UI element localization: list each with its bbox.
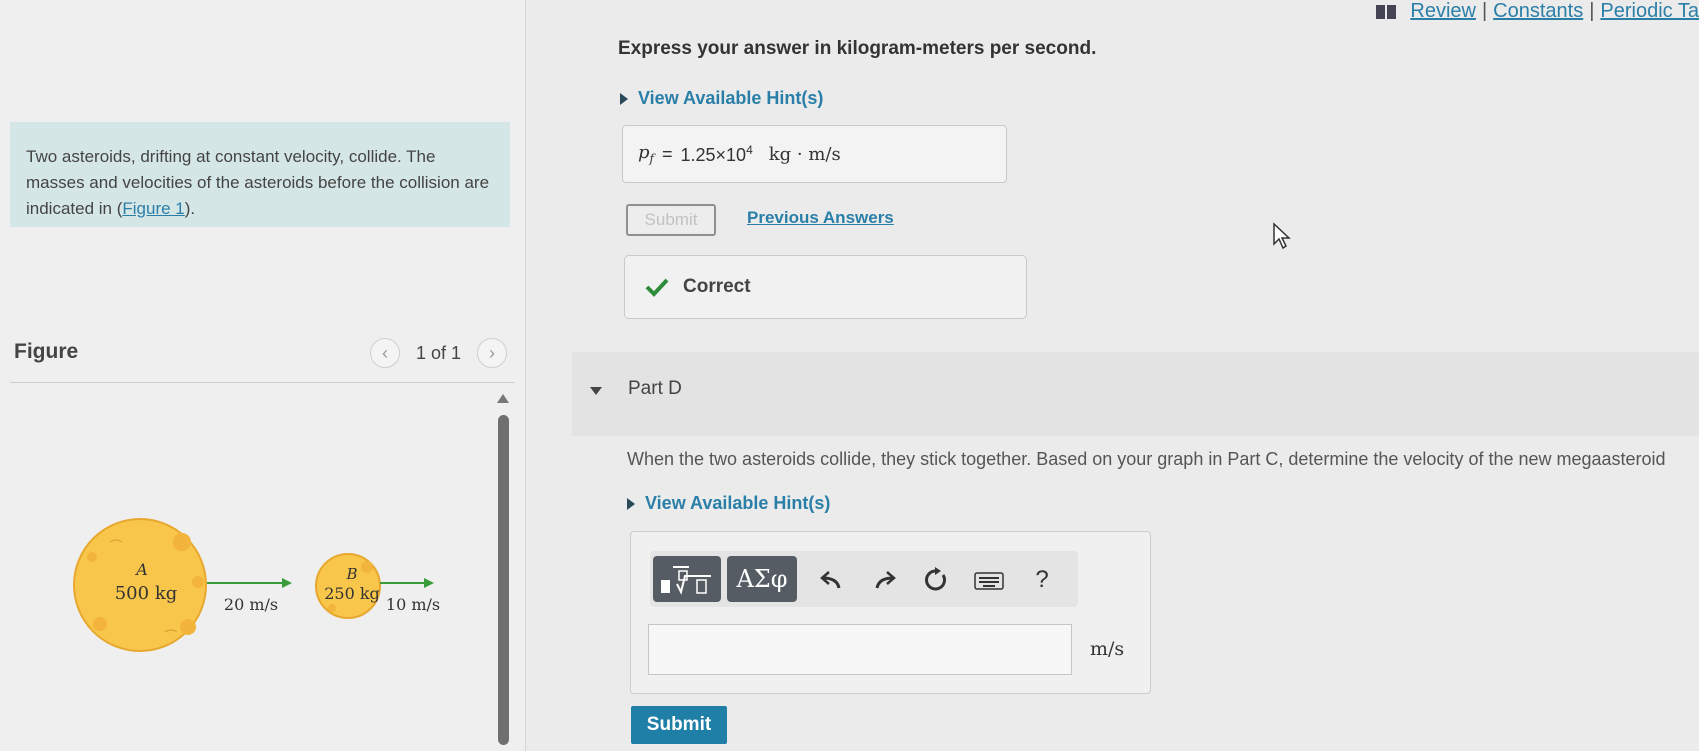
- view-hints-toggle-part-d[interactable]: View Available Hint(s): [627, 493, 830, 514]
- answer-instruction: Express your answer in kilogram-meters p…: [618, 38, 1097, 59]
- review-link[interactable]: Review: [1410, 0, 1476, 23]
- view-hints-toggle[interactable]: View Available Hint(s): [620, 88, 823, 109]
- pager-count: 1 of 1: [416, 342, 462, 363]
- asteroid-a-mass: 500 kg: [115, 583, 178, 604]
- asteroid-b: B 250 kg: [315, 553, 381, 619]
- chevron-right-icon: ›: [489, 342, 496, 363]
- reset-icon[interactable]: [922, 566, 950, 594]
- answer-equals: =: [661, 143, 673, 164]
- arrow-head-icon: [424, 578, 434, 588]
- next-figure-button[interactable]: ›: [477, 338, 508, 368]
- asteroid-b-label: B: [345, 565, 357, 583]
- panel-divider: [525, 0, 526, 751]
- answer-variable: pf: [638, 142, 654, 166]
- greek-symbols-button[interactable]: ΑΣφ: [727, 556, 797, 602]
- problem-intro: Two asteroids, drifting at constant velo…: [10, 122, 510, 227]
- part-d-title: Part D: [628, 378, 682, 399]
- top-links: Review | Constants | Periodic Ta: [1376, 0, 1699, 23]
- arrow-head-icon: [282, 578, 292, 588]
- figure-divider: [10, 382, 515, 383]
- book-icon: [1376, 4, 1397, 19]
- undo-icon[interactable]: [818, 566, 846, 594]
- templates-button[interactable]: [653, 556, 721, 602]
- submit-button-disabled[interactable]: Submit: [626, 204, 716, 236]
- caret-right-icon: [620, 92, 628, 105]
- periodic-table-link[interactable]: Periodic Ta: [1600, 0, 1699, 23]
- figure-scrollbar[interactable]: [498, 415, 509, 745]
- figure-pager: ‹ 1 of 1 ›: [370, 338, 508, 368]
- constants-link[interactable]: Constants: [1493, 0, 1583, 23]
- answer-value: 1.25×104: [680, 142, 753, 165]
- submitted-answer: pf = 1.25×104 kg · m/s: [622, 125, 1007, 183]
- help-icon[interactable]: ?: [1028, 566, 1056, 594]
- hint-label: View Available Hint(s): [638, 88, 824, 108]
- answer-unit: kg · m/s: [768, 143, 841, 165]
- link-separator: |: [1589, 0, 1595, 22]
- asteroid-figure: A 500 kg 20 m/s B 250 kg 10 m/s: [73, 518, 440, 652]
- submit-button[interactable]: Submit: [631, 706, 727, 744]
- feedback-label: Correct: [683, 276, 751, 297]
- redo-icon[interactable]: [870, 566, 898, 594]
- feedback-box: Correct: [624, 255, 1027, 319]
- figure-link[interactable]: Figure 1: [122, 199, 184, 218]
- hint-label: View Available Hint(s): [645, 493, 831, 513]
- intro-text-end: ).: [184, 199, 196, 218]
- answer-unit-label: m/s: [1090, 638, 1125, 660]
- figure-heading: Figure: [14, 340, 79, 363]
- intro-text: Two asteroids, drifting at constant velo…: [26, 147, 490, 218]
- fraction-root-icon: [661, 566, 711, 595]
- checkmark-icon: [645, 278, 669, 297]
- scroll-up-arrow-icon[interactable]: [497, 394, 509, 403]
- asteroid-b-mass: 250 kg: [324, 584, 380, 603]
- asteroid-b-speed: 10 m/s: [386, 595, 440, 614]
- part-d-question: When the two asteroids collide, they sti…: [627, 449, 1666, 469]
- caret-down-icon: [590, 387, 602, 395]
- keyboard-icon[interactable]: [973, 568, 1005, 594]
- mouse-cursor-icon: [1273, 222, 1291, 250]
- asteroid-a: A 500 kg: [73, 518, 207, 652]
- part-d-header[interactable]: [572, 352, 1699, 436]
- asteroid-a-speed: 20 m/s: [224, 595, 278, 614]
- caret-right-icon: [627, 497, 635, 510]
- link-separator: |: [1481, 0, 1488, 22]
- previous-answers-link[interactable]: Previous Answers: [747, 208, 894, 228]
- chevron-left-icon: ‹: [382, 342, 388, 363]
- prev-figure-button[interactable]: ‹: [370, 338, 400, 368]
- asteroid-a-label: A: [134, 560, 148, 579]
- velocity-answer-input[interactable]: [648, 624, 1072, 675]
